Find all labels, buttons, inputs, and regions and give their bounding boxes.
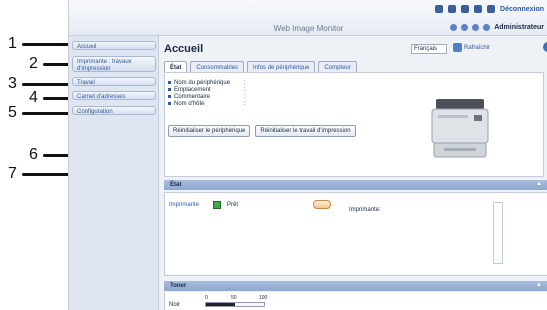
toner-scale-max: 100 (259, 295, 268, 301)
sidebar-item-configuration[interactable]: Configuration (72, 106, 156, 115)
toner-level-fill (206, 303, 235, 306)
callout-5-line (22, 112, 72, 115)
sidebar-item-print-jobs[interactable]: Imprimante : travaux d'impression (72, 56, 156, 72)
main-content: Accueil Français Rafraîchir État Consomm… (161, 36, 547, 310)
callout-1: 1 (8, 35, 17, 52)
callout-1-line (22, 43, 72, 46)
toner-color-label: Noir (169, 302, 181, 308)
refresh-label: Rafraîchir (464, 44, 491, 51)
sidebar: Accueil Imprimante : travaux d'impressio… (69, 36, 159, 310)
sidebar-item-accueil[interactable]: Accueil (72, 41, 156, 50)
ready-status-icon (213, 201, 221, 209)
printer-message-label: Imprimante: (349, 207, 381, 213)
info-value: : (244, 100, 246, 107)
status-panel: Nom du périphérique : Emplacement : Comm… (164, 72, 544, 177)
bullet-icon (168, 95, 171, 98)
device-info-list: Nom du périphérique : Emplacement : Comm… (168, 79, 246, 107)
toner-scale-min: 0 (205, 295, 208, 301)
info-icon[interactable] (474, 5, 483, 13)
user-icon[interactable] (450, 24, 458, 31)
device-type-label[interactable]: Imprimante (169, 202, 199, 208)
info-row-device-name: Nom du périphérique : (168, 79, 246, 86)
info-label: Nom d'hôte (174, 100, 205, 107)
info-label: Commentaire (174, 93, 211, 100)
box-icon[interactable] (483, 24, 491, 31)
info-row-location: Emplacement : (168, 86, 246, 93)
sidebar-item-jobs[interactable]: Travail (72, 77, 156, 86)
help-icon[interactable] (543, 42, 547, 52)
refresh-icon (453, 43, 462, 52)
device-status-text: Prêt (227, 202, 239, 208)
toner-section-header[interactable]: Toner ▲ (164, 281, 547, 291)
toner-section-title: Toner (170, 283, 187, 289)
status-section-title: État (170, 182, 182, 188)
info-label: Emplacement (174, 86, 211, 93)
reset-print-job-button[interactable]: Réinitialiser le travail d'impression (255, 125, 356, 137)
logout-icon[interactable] (487, 5, 496, 13)
bullet-icon (168, 81, 171, 84)
callout-4: 4 (29, 89, 38, 106)
logout-link[interactable]: Déconnexion (500, 6, 544, 13)
help-question-icon[interactable] (461, 5, 470, 13)
info-row-hostname: Nom d'hôte : (168, 100, 246, 107)
back-icon[interactable] (461, 24, 469, 31)
browser-window: Web Image Monitor Déconnexion Administra… (68, 0, 547, 310)
info-row-comment: Commentaire : (168, 93, 246, 100)
bullet-icon (168, 102, 171, 105)
printer-image (431, 99, 489, 158)
callout-3: 3 (8, 75, 17, 92)
status-section-header[interactable]: État ▲ (164, 180, 547, 190)
tool-icon[interactable] (448, 5, 457, 13)
callout-2: 2 (29, 55, 38, 72)
refresh-button[interactable]: Rafraîchir (453, 43, 490, 52)
bullet-icon (168, 88, 171, 91)
toner-panel: 0 50 100 Noir (164, 292, 547, 310)
callout-3-line (22, 83, 72, 86)
up-icon[interactable] (472, 24, 480, 31)
callout-5: 5 (8, 104, 17, 121)
language-select[interactable]: Français (411, 44, 447, 54)
status-detail-panel: Imprimante Prêt Imprimante: (164, 192, 547, 276)
callout-6: 6 (29, 146, 38, 163)
toner-level-bar (205, 302, 265, 307)
header-bar: Web Image Monitor Déconnexion Administra… (69, 0, 547, 36)
page-title: Accueil (164, 43, 204, 55)
header-subtools: Administrateur (450, 24, 544, 31)
collapse-icon[interactable]: ▲ (536, 282, 542, 288)
header-tools: Déconnexion (435, 5, 544, 13)
callout-7: 7 (8, 165, 17, 182)
collapse-icon[interactable]: ▲ (536, 181, 542, 187)
info-value: : (244, 79, 246, 86)
reset-buttons: Réinitialiser le périphérique Réinitiali… (168, 125, 356, 137)
reset-device-button[interactable]: Réinitialiser le périphérique (168, 125, 251, 137)
user-label: Administrateur (494, 24, 544, 31)
message-scrollbox[interactable] (493, 202, 503, 264)
toner-scale-mid: 50 (231, 295, 237, 301)
minus-icon[interactable] (435, 5, 444, 13)
alert-toggle[interactable] (313, 200, 331, 209)
sidebar-item-address-book[interactable]: Carnet d'adresses (72, 91, 156, 100)
info-label: Nom du périphérique (174, 79, 231, 86)
info-value: : (244, 86, 246, 93)
info-value: : (244, 93, 246, 100)
